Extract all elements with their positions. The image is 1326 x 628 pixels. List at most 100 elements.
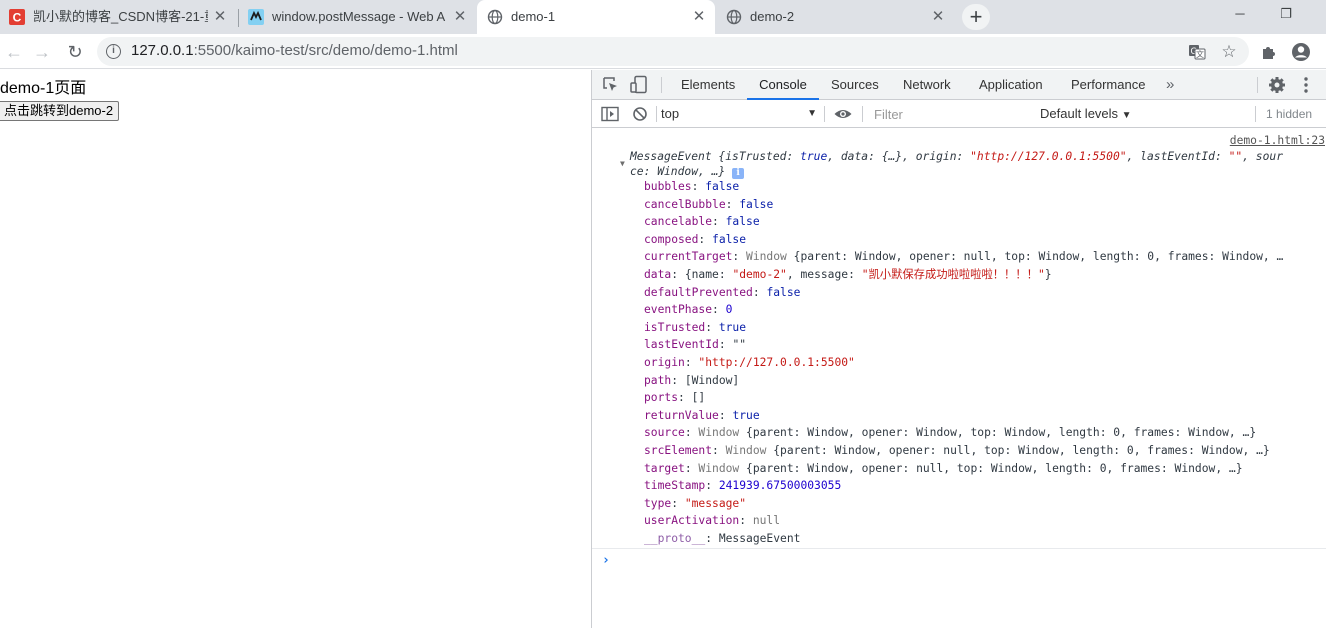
bookmark-star-icon[interactable]: ☆	[1218, 41, 1240, 63]
log-message-header[interactable]: MessageEvent {isTrusted: true, data: {…}…	[630, 149, 1325, 179]
prop-key: target	[644, 462, 685, 475]
prop-row-expandable[interactable]: ▶target: Window {parent: Window, opener:…	[644, 460, 1326, 477]
prop-row-expandable[interactable]: ▶__proto__: MessageEvent	[644, 530, 1326, 547]
header-value: {…}	[881, 150, 903, 163]
header-tail: ce: Window, …}	[630, 165, 726, 178]
prop-value: []	[691, 391, 706, 404]
devtools-tabbar: Elements Console Sources Network Applica…	[592, 70, 1326, 100]
prop-row-expandable[interactable]: ▶ports: []	[644, 389, 1326, 406]
tab-strip: C 凯小默的博客_CSDN博客-21-重 ✕ window.postMessag…	[0, 0, 1326, 34]
prop-value: true	[732, 409, 760, 422]
prop-key: type	[644, 497, 672, 510]
inspect-element-icon[interactable]	[602, 76, 620, 94]
prop-value: {parent: Window, opener: Window, top: Wi…	[746, 426, 1257, 439]
prop-row: eventPhase: 0	[644, 303, 733, 316]
tab-demo-1[interactable]: demo-1 ✕	[477, 0, 715, 34]
translate-icon[interactable]: G文	[1186, 41, 1208, 63]
prop-value: {parent: Window, opener: null, top: Wind…	[746, 462, 1243, 475]
filter-input[interactable]: Filter	[870, 104, 1030, 125]
console-output: demo-1.html:23 ▼ MessageEvent {isTrusted…	[592, 128, 1326, 628]
prop-value: 0	[725, 303, 733, 316]
svg-text:C: C	[13, 11, 22, 25]
restore-icon[interactable]: ❐	[1263, 0, 1309, 30]
extensions-icon[interactable]	[1257, 40, 1281, 64]
toolbar-divider	[862, 106, 863, 122]
back-icon[interactable]: ←	[0, 38, 28, 66]
context-select[interactable]: top ▼	[661, 104, 819, 124]
tab-csdn[interactable]: C 凯小默的博客_CSDN博客-21-重 ✕	[0, 0, 237, 34]
prop-value: "message"	[684, 497, 747, 510]
prop-row-expandable[interactable]: ▶srcElement: Window {parent: Window, ope…	[644, 442, 1326, 459]
prop-value: 241939.67500003055	[718, 479, 842, 492]
reload-icon[interactable]: ↻	[61, 38, 89, 66]
hidden-count: 1 hidden	[1266, 107, 1313, 121]
live-expression-eye-icon[interactable]	[833, 106, 853, 122]
profile-avatar-icon[interactable]	[1289, 40, 1313, 64]
prop-key: lastEventId	[644, 338, 719, 351]
browser-toolbar: ← → ↻ i 127.0.0.1:5500/kaimo-test/src/de…	[0, 34, 1326, 69]
prop-value: "demo-2"	[732, 268, 787, 281]
goto-demo-2-button[interactable]: 点击跳转到demo-2	[0, 101, 120, 121]
prop-key: __proto__	[644, 532, 706, 545]
prop-value: "http://127.0.0.1:5500"	[698, 356, 855, 369]
site-info-icon[interactable]: i	[106, 44, 121, 59]
console-prompt-chevron-icon[interactable]: ›	[602, 553, 610, 568]
new-tab-button[interactable]: +	[962, 4, 990, 30]
tab-elements[interactable]: Elements	[681, 70, 735, 100]
log-levels-dropdown[interactable]: Default levels ▼	[1040, 104, 1132, 124]
forward-icon[interactable]: →	[28, 38, 56, 66]
prop-key: userActivation	[644, 514, 740, 527]
sidebar-toggle-icon[interactable]	[601, 106, 619, 122]
tab-performance[interactable]: Performance	[1071, 70, 1145, 100]
prop-key: timeStamp	[644, 479, 706, 492]
tab-network[interactable]: Network	[903, 70, 951, 100]
prop-key: currentTarget	[644, 250, 733, 263]
toolbar-divider	[656, 106, 657, 122]
devtools-panel: Elements Console Sources Network Applica…	[591, 70, 1326, 628]
close-icon[interactable]: ✕	[212, 9, 228, 25]
prop-row-expandable[interactable]: ▶source: Window {parent: Window, opener:…	[644, 424, 1326, 441]
tab-console[interactable]: Console	[747, 70, 819, 100]
prop-key: origin	[644, 356, 685, 369]
tab-mdn[interactable]: window.postMessage - Web A ✕	[239, 0, 476, 34]
prop-row: composed: false	[644, 233, 747, 246]
tab-application[interactable]: Application	[979, 70, 1043, 100]
close-icon[interactable]: ✕	[691, 9, 707, 25]
source-link[interactable]: demo-1.html:23	[1230, 134, 1325, 148]
console-toolbar: top ▼ Filter Default levels ▼ 1 hidden	[592, 100, 1326, 128]
prop-row: cancelBubble: false	[644, 198, 774, 211]
header-value: "http://127.0.0.1:5500"	[970, 150, 1127, 163]
tab-title: 凯小默的博客_CSDN博客-21-重	[33, 9, 208, 24]
prop-key: composed	[644, 233, 699, 246]
page-viewport: demo-1页面 点击跳转到demo-2	[0, 70, 591, 628]
settings-gear-icon[interactable]	[1267, 75, 1287, 95]
tab-demo-2[interactable]: demo-2 ✕	[716, 0, 953, 34]
more-options-icon[interactable]	[1298, 75, 1314, 95]
minimize-icon[interactable]: ─	[1217, 0, 1263, 30]
prop-row-expandable[interactable]: ▶currentTarget: Window {parent: Window, …	[644, 248, 1326, 265]
device-toolbar-icon[interactable]	[630, 75, 648, 95]
toolbar-divider	[1257, 77, 1258, 93]
prop-row-expandable[interactable]: ▶path: [Window]	[644, 372, 1326, 389]
prop-key: defaultPrevented	[644, 286, 753, 299]
close-icon[interactable]: ✕	[452, 9, 468, 25]
tab-title: demo-1	[511, 9, 556, 24]
more-tabs-chevron-icon[interactable]: »	[1166, 70, 1174, 100]
close-icon[interactable]: ✕	[930, 9, 946, 25]
log-levels-label: Default levels	[1040, 106, 1119, 121]
dropdown-arrow-icon: ▼	[1121, 110, 1132, 121]
expand-triangle-icon[interactable]: ▼	[620, 159, 625, 168]
prop-value: false	[705, 180, 740, 193]
prop-row-expandable[interactable]: ▶data: {name: "demo-2", message: "凯小默保存成…	[644, 266, 1326, 283]
prop-value: {parent: Window, opener: null, top: Wind…	[793, 250, 1284, 263]
header-value: true	[800, 150, 828, 163]
prop-key: data	[644, 268, 672, 281]
prop-key: srcElement	[644, 444, 713, 457]
globe-icon	[487, 9, 503, 25]
toolbar-divider	[824, 106, 825, 122]
prop-value: {parent: Window, opener: null, top: Wind…	[773, 444, 1270, 457]
url-text[interactable]: 127.0.0.1:5500/kaimo-test/src/demo/demo-…	[131, 42, 458, 60]
address-bar[interactable]: i 127.0.0.1:5500/kaimo-test/src/demo/dem…	[97, 37, 1249, 66]
clear-console-icon[interactable]	[632, 106, 648, 122]
tab-sources[interactable]: Sources	[831, 70, 879, 100]
